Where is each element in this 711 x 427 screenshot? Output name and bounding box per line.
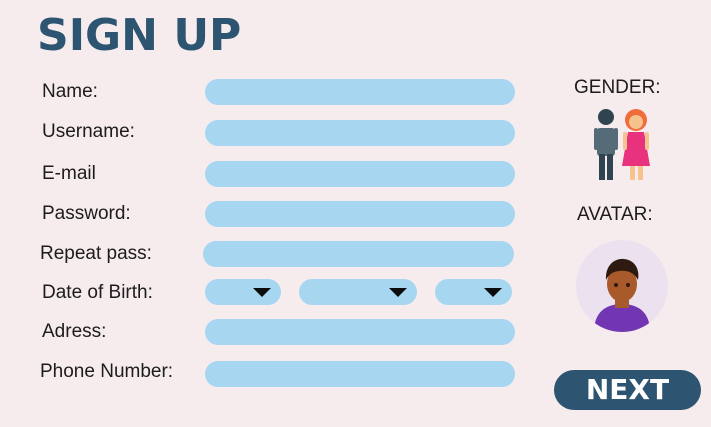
caret-down-icon — [389, 288, 407, 297]
address-label: Adress: — [42, 321, 107, 342]
repeat-password-label: Repeat pass: — [40, 243, 152, 264]
phone-number-field[interactable] — [205, 361, 515, 387]
username-label: Username: — [42, 121, 135, 142]
caret-down-icon — [484, 288, 502, 297]
name-label: Name: — [42, 81, 98, 102]
birth-day-select[interactable] — [205, 279, 281, 305]
avatar-label: AVATAR: — [577, 204, 653, 225]
name-field[interactable] — [205, 79, 515, 105]
username-field[interactable] — [205, 120, 515, 146]
password-label: Password: — [42, 203, 131, 224]
person-avatar-icon — [594, 258, 650, 332]
birth-year-select[interactable] — [435, 279, 512, 305]
next-button[interactable]: NEXT — [554, 370, 701, 410]
birth-month-select[interactable] — [299, 279, 417, 305]
caret-down-icon — [253, 288, 271, 297]
page-title: SIGN UP — [37, 10, 242, 61]
repeat-password-field[interactable] — [203, 241, 514, 267]
date-of-birth-label: Date of Birth: — [42, 282, 153, 303]
avatar[interactable] — [576, 240, 668, 332]
password-field[interactable] — [205, 201, 515, 227]
phone-number-label: Phone Number: — [40, 361, 174, 382]
email-field[interactable] — [205, 161, 515, 187]
gender-label: GENDER: — [574, 77, 661, 98]
address-field[interactable] — [205, 319, 515, 345]
male-female-icon[interactable] — [592, 108, 654, 182]
email-label: E-mail — [42, 163, 96, 184]
